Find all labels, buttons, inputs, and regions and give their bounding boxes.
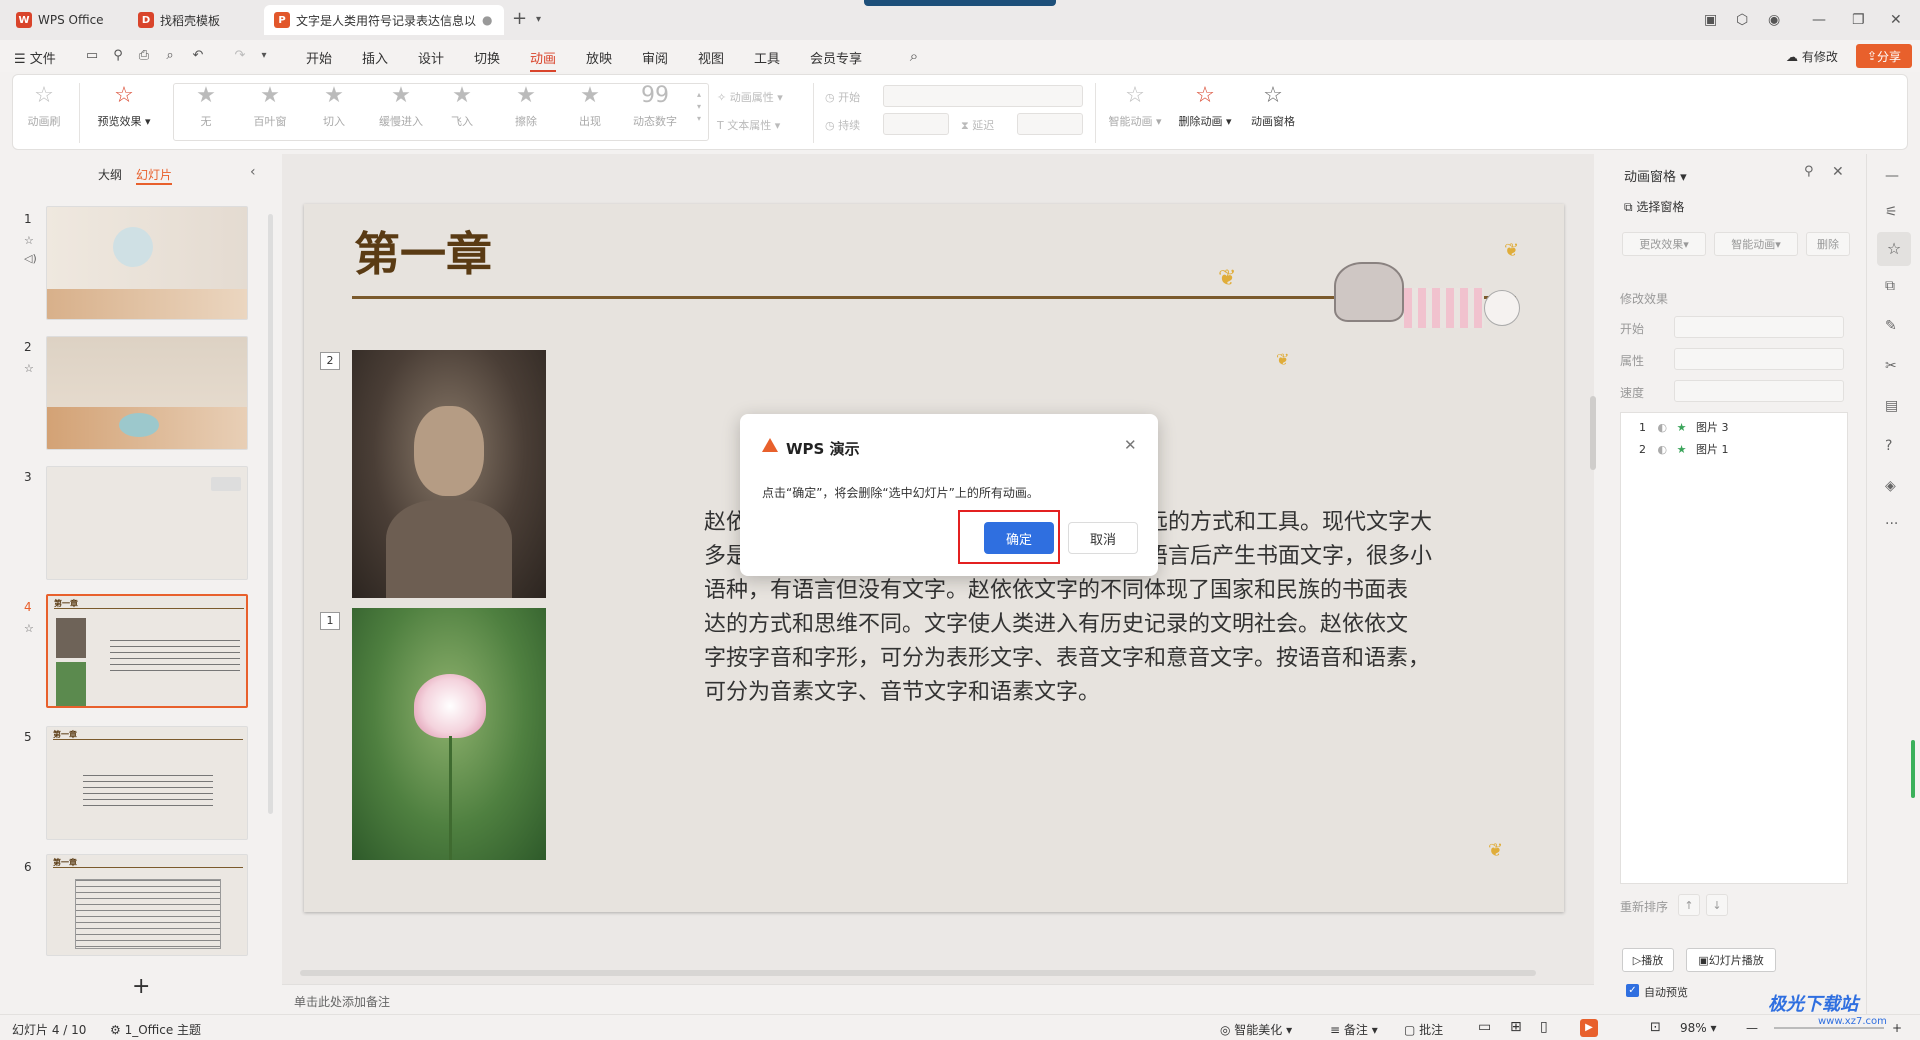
normal-view-icon[interactable]: ▭	[1478, 1019, 1491, 1035]
start-select[interactable]	[1674, 316, 1844, 338]
beautify-button[interactable]: ◎ 智能美化 ▾	[1220, 1021, 1292, 1038]
smart-animation-button[interactable]: 智能动画 ▾	[1714, 232, 1798, 256]
delete-button[interactable]: 删除	[1806, 232, 1850, 256]
notes-button[interactable]: ≡ 备注 ▾	[1330, 1021, 1378, 1038]
shapes-icon[interactable]: ◈	[1885, 478, 1896, 494]
notes-label: 备注	[1343, 1023, 1368, 1037]
warning-icon	[762, 438, 778, 452]
list-item[interactable]: 1 ◐ ★ 图片 3	[1639, 419, 1728, 435]
theme-indicator[interactable]: ⚙ 1_Office 主题	[110, 1021, 201, 1038]
play-slideshow-icon[interactable]: ▶	[1580, 1019, 1598, 1037]
reading-view-icon[interactable]: ▯	[1540, 1019, 1548, 1035]
image-edit-icon[interactable]: ✎	[1885, 318, 1897, 334]
pane-title-label: 动画窗格	[1624, 170, 1677, 185]
grid-view-icon[interactable]: ⊞	[1510, 1019, 1522, 1035]
animation-pane: 动画窗格 ▾ ⚲ ✕ ⧉ 选择窗格 更改效果 ▾ 智能动画 ▾ 删除 修改效果 …	[1604, 154, 1862, 1014]
speed-select[interactable]	[1674, 380, 1844, 402]
zoom-value[interactable]: 98% ▾	[1680, 1021, 1717, 1035]
comments-label: 批注	[1419, 1023, 1444, 1037]
slideshow-button[interactable]: ▣ 幻灯片播放	[1686, 948, 1776, 972]
star-icon: ★	[1676, 421, 1687, 434]
close-icon[interactable]: ✕	[1832, 164, 1844, 180]
fit-icon[interactable]: ⊡	[1650, 1020, 1661, 1035]
watermark-name: 极光下载站	[1768, 994, 1858, 1015]
animation-star-icon[interactable]: ☆	[1877, 232, 1911, 266]
property-label: 属性	[1620, 354, 1645, 368]
list-item[interactable]: 2 ◐ ★ 图片 1	[1639, 441, 1728, 457]
list-item-number: 2	[1639, 443, 1646, 456]
more-icon[interactable]: ···	[1885, 516, 1898, 532]
start-label: 开始	[1620, 322, 1645, 336]
right-sidebar: — ⚟ ☆ ⧉ ✎ ✂ ▤ ? ◈ ···	[1866, 154, 1920, 1014]
tools-icon[interactable]: ✂	[1885, 358, 1897, 374]
slideshow-label: 幻灯片播放	[1708, 954, 1764, 967]
list-item-name: 图片 3	[1695, 421, 1729, 434]
move-up-icon[interactable]: ↑	[1678, 894, 1700, 916]
selection-pane-button[interactable]: ⧉ 选择窗格	[1624, 198, 1684, 215]
ok-button[interactable]: 确定	[984, 522, 1054, 554]
dialog-message: 点击“确定”，将会删除“选中幻灯片”上的所有动画。	[762, 486, 1039, 500]
comments-button[interactable]: ▢ 批注	[1404, 1021, 1443, 1038]
animation-pane-title[interactable]: 动画窗格 ▾	[1624, 166, 1687, 185]
zoom-out-icon[interactable]: —	[1746, 1021, 1758, 1035]
dialog-title: WPS 演示	[786, 440, 860, 458]
property-select[interactable]	[1674, 348, 1844, 370]
list-item-number: 1	[1639, 421, 1646, 434]
speed-label: 速度	[1620, 386, 1645, 400]
minus-icon[interactable]: —	[1885, 168, 1899, 184]
move-down-icon[interactable]: ↓	[1706, 894, 1728, 916]
watermark-logo: 极光下载站	[1768, 990, 1858, 1016]
sidebar-indicator	[1911, 740, 1915, 798]
animation-list: 1 ◐ ★ 图片 3 2 ◐ ★ 图片 1	[1620, 412, 1848, 884]
zoom-label: 98%	[1680, 1021, 1707, 1035]
auto-preview-checkbox[interactable]: ✓	[1626, 984, 1639, 997]
slide-counter[interactable]: 幻灯片 4 / 10	[12, 1021, 86, 1038]
change-effect-label: 更改效果	[1639, 238, 1684, 251]
zoom-slider[interactable]	[1774, 1027, 1884, 1029]
theme-label: 1_Office 主题	[124, 1023, 202, 1037]
mouse-icon: ◐	[1657, 443, 1668, 456]
star-icon: ★	[1676, 443, 1687, 456]
confirm-dialog: WPS 演示 ✕ 点击“确定”，将会删除“选中幻灯片”上的所有动画。 确定 取消	[740, 414, 1158, 576]
copy-icon[interactable]: ⧉	[1885, 278, 1895, 294]
status-bar: 幻灯片 4 / 10 ⚙ 1_Office 主题 ◎ 智能美化 ▾ ≡ 备注 ▾…	[0, 1014, 1920, 1040]
reorder-label: 重新排序	[1620, 900, 1669, 914]
modify-effect-label: 修改效果	[1620, 292, 1669, 306]
help-icon[interactable]: ?	[1885, 438, 1892, 454]
book-icon[interactable]: ▤	[1885, 398, 1898, 414]
cancel-button[interactable]: 取消	[1068, 522, 1138, 554]
pin-icon[interactable]: ⚲	[1804, 164, 1814, 179]
list-item-name: 图片 1	[1695, 443, 1729, 456]
watermark-url: www.xz7.com	[1818, 1016, 1887, 1027]
auto-preview-label: 自动预览	[1644, 986, 1688, 999]
sliders-icon[interactable]: ⚟	[1885, 204, 1898, 220]
play-label: 播放	[1641, 954, 1664, 967]
zoom-in-icon[interactable]: +	[1892, 1021, 1902, 1035]
selection-pane-label: 选择窗格	[1636, 200, 1685, 214]
dialog-close-icon[interactable]: ✕	[1124, 436, 1137, 454]
beautify-label: 智能美化	[1234, 1023, 1283, 1037]
change-effect-button[interactable]: 更改效果 ▾	[1622, 232, 1706, 256]
smart-animation-label: 智能动画	[1731, 238, 1776, 251]
mouse-icon: ◐	[1657, 421, 1668, 434]
play-button[interactable]: ▷ 播放	[1622, 948, 1674, 972]
